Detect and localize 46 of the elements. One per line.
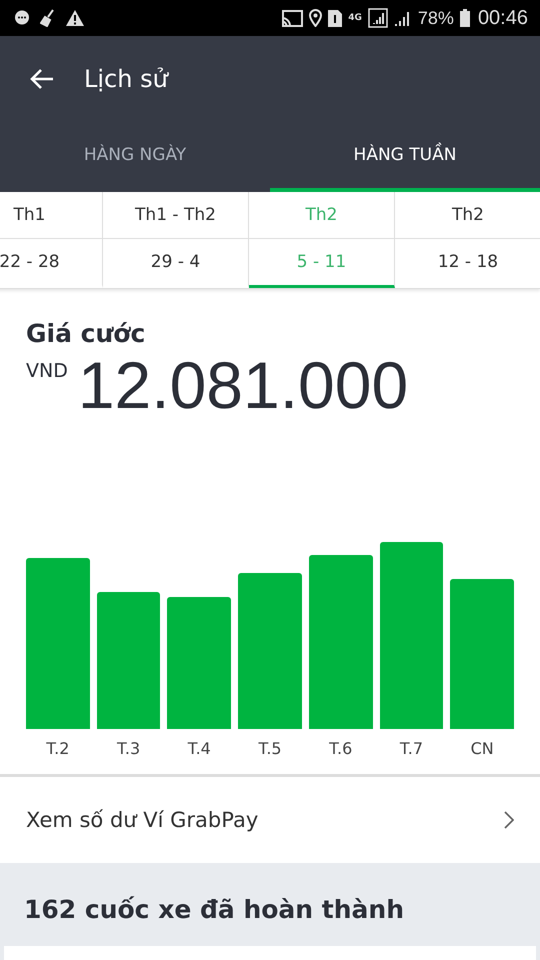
daily-bar[interactable] bbox=[26, 558, 90, 729]
week-month: Th1 - Th2 bbox=[103, 192, 248, 239]
warning-icon bbox=[66, 10, 84, 26]
chevron-right-icon bbox=[504, 811, 514, 829]
cast-icon bbox=[281, 10, 304, 26]
network-type: 4G bbox=[348, 13, 362, 23]
clock-time: 00:46 bbox=[478, 6, 528, 30]
week-days: 12 - 18 bbox=[395, 239, 540, 285]
day-label: T.7 bbox=[400, 739, 424, 758]
daily-bar[interactable] bbox=[450, 579, 514, 729]
screen-title: Lịch sử bbox=[84, 65, 168, 93]
week-month: Th1 bbox=[0, 192, 102, 239]
week-month: Th2 bbox=[249, 192, 394, 239]
day-label: T.4 bbox=[188, 739, 211, 758]
daily-bar[interactable] bbox=[308, 555, 373, 729]
currency-label: VND bbox=[26, 360, 68, 382]
day-label: T.5 bbox=[258, 739, 282, 758]
trips-title: 162 cuốc xe đã hoàn thành bbox=[23, 895, 406, 924]
location-pin-icon bbox=[309, 9, 322, 27]
daily-bar[interactable] bbox=[167, 597, 232, 729]
daily-bar[interactable] bbox=[96, 592, 160, 729]
signal-icon bbox=[368, 8, 388, 28]
week-option[interactable]: Th2 12 - 18 bbox=[395, 192, 540, 288]
broom-icon bbox=[40, 9, 56, 27]
fare-amount: 12.081.000 bbox=[78, 352, 408, 418]
daily-bar[interactable] bbox=[380, 542, 444, 729]
day-label: T.2 bbox=[46, 739, 70, 758]
day-label: T.3 bbox=[117, 739, 140, 758]
week-month: Th2 bbox=[395, 192, 540, 239]
week-days: 22 - 28 bbox=[0, 239, 102, 285]
sim-card-icon bbox=[328, 10, 342, 26]
battery-percentage: 78% bbox=[418, 8, 454, 28]
day-label: CN bbox=[470, 739, 494, 758]
chat-bubble-icon bbox=[14, 10, 30, 26]
wallet-link-label: Xem số dư Ví GrabPay bbox=[26, 808, 258, 832]
fare-label: Giá cước bbox=[26, 319, 146, 348]
period-tab[interactable]: HÀNG NGÀY bbox=[0, 122, 270, 192]
week-option[interactable]: Th1 22 - 28 bbox=[0, 192, 103, 288]
week-option[interactable]: Th1 - Th2 29 - 4 bbox=[103, 192, 249, 288]
back-arrow-icon[interactable] bbox=[30, 68, 54, 90]
daily-bar[interactable] bbox=[238, 573, 302, 729]
signal-icon bbox=[394, 9, 412, 27]
week-days: 5 - 11 bbox=[249, 239, 394, 285]
week-days: 29 - 4 bbox=[103, 239, 248, 285]
battery-icon bbox=[460, 9, 470, 27]
day-label: T.6 bbox=[329, 739, 352, 758]
